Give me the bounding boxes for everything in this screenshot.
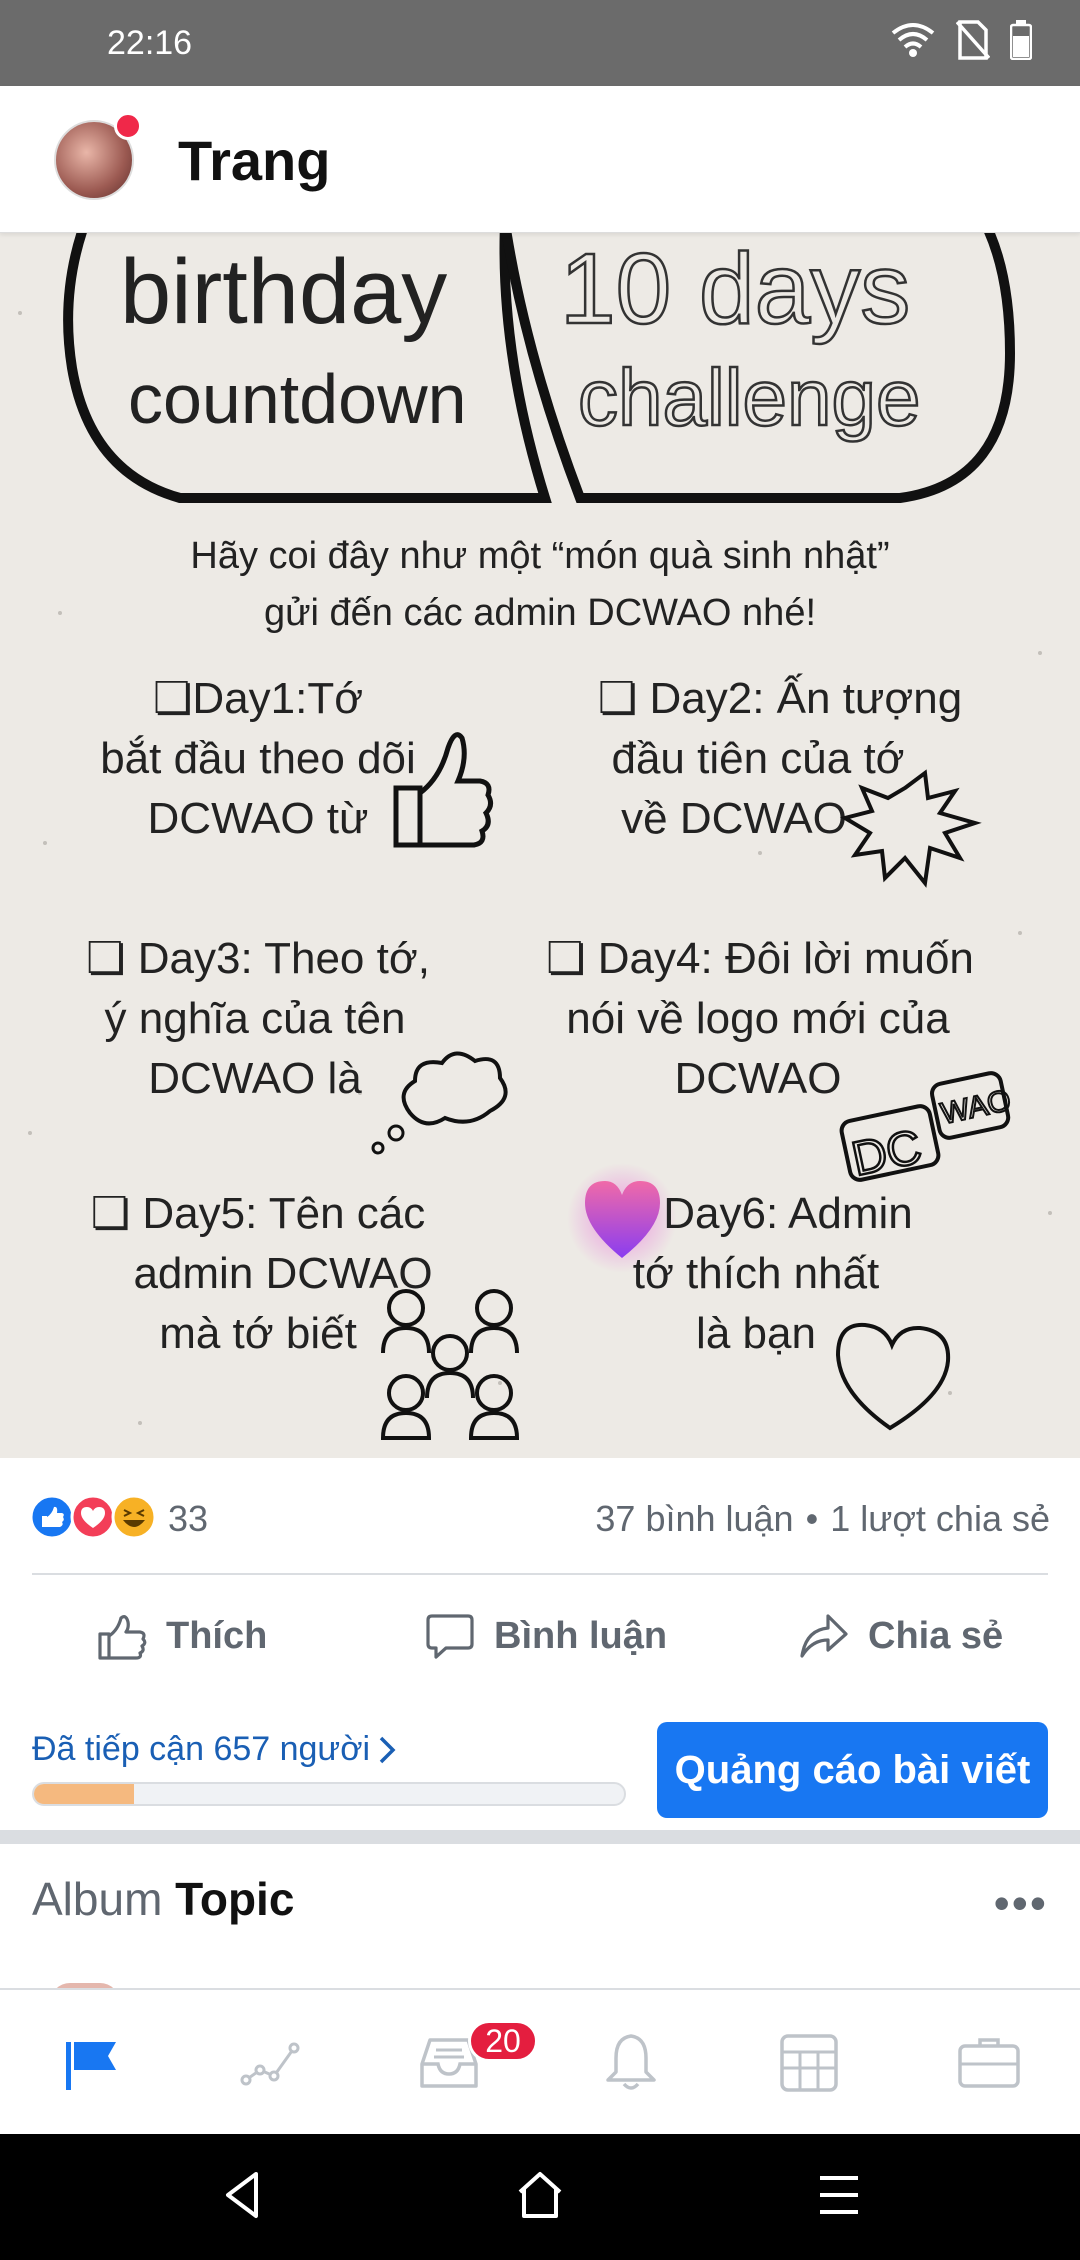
burst-icon [839, 769, 982, 888]
day5-block: ❏ Day5: Tên các admin DCWAO mà tớ biết [91, 1189, 433, 1358]
post-image[interactable]: birthday countdown 10 days challenge Hãy… [0, 233, 1080, 1458]
like-label: Thích [166, 1614, 268, 1657]
day2-line-1: ❏ Day2: Ấn tượng [598, 673, 962, 723]
reach-link[interactable]: Đã tiếp cận 657 người [32, 1730, 396, 1769]
intro-line-1: Hãy coi đây như một “món quà sinh nhật” [190, 535, 889, 577]
heart-outline-icon [835, 1322, 951, 1431]
day2-line-3: về DCWAO [621, 794, 847, 843]
title-countdown: countdown [128, 360, 467, 438]
day4-line-2: nói về logo mới của [566, 994, 950, 1043]
page-flag-icon [66, 2042, 116, 2090]
haha-reaction-icon [111, 1494, 157, 1540]
reach-text: Đã tiếp cận 657 người [32, 1730, 371, 1768]
day3-block: ❏ Day3: Theo tớ, ý nghĩa của tên DCWAO l… [86, 934, 430, 1103]
briefcase-icon [958, 2038, 1020, 2088]
nav-calendar[interactable] [774, 2030, 844, 2096]
page-header: Trang [0, 86, 1080, 233]
day4-line-1: ❏ Day4: Đôi lời muốn [546, 934, 974, 983]
day4-block: ❏ Day4: Đôi lời muốn nói về logo mới của… [546, 934, 974, 1103]
post-stats: 37 bình luận • 1 lượt chia sẻ [595, 1498, 1050, 1540]
day5-line-1: ❏ Day5: Tên các [91, 1189, 426, 1238]
promote-post-button[interactable]: Quảng cáo bài viết [657, 1722, 1048, 1818]
menu-icon[interactable] [818, 2170, 860, 2220]
share-count[interactable]: 1 lượt chia sẻ [830, 1498, 1050, 1539]
more-options-icon[interactable]: ••• [994, 1876, 1048, 1930]
day2-line-2: đầu tiên của tớ [611, 734, 904, 783]
day2-block: ❏ Day2: Ấn tượng đầu tiên của tớ về DCWA… [598, 673, 962, 843]
system-nav-bar [0, 2134, 1080, 2260]
day6-line-3: là bạn [696, 1309, 816, 1358]
inbox-badge: 20 [468, 2020, 538, 2062]
notification-dot [114, 112, 142, 140]
title-birthday: birthday [120, 241, 447, 343]
share-label: Chia sẻ [868, 1614, 1004, 1657]
logo-text-dc: DC [847, 1120, 926, 1186]
section-separator [0, 1830, 1080, 1844]
bell-icon [606, 2034, 656, 2090]
album-title[interactable]: Album Topic [32, 1872, 294, 1926]
day3-line-3: DCWAO là [148, 1054, 362, 1103]
status-time: 22:16 [107, 24, 193, 62]
day6-line-1: Day6: Admin [663, 1189, 912, 1238]
album-name: Topic [175, 1873, 295, 1925]
reaction-count[interactable]: 33 [168, 1498, 208, 1540]
calendar-icon [780, 2034, 838, 2092]
comment-count[interactable]: 37 bình luận [595, 1498, 793, 1539]
thought-bubble-dot [387, 1124, 405, 1142]
day4-line-3: DCWAO [674, 1054, 841, 1103]
nav-page-home[interactable] [56, 2030, 126, 2096]
logo-text-wao: WAO [938, 1084, 1014, 1131]
day3-line-1: ❏ Day3: Theo tớ, [86, 934, 430, 983]
reactions-row[interactable]: 33 37 bình luận • 1 lượt chia sẻ [30, 1492, 1050, 1542]
reach-progress-bar [32, 1782, 626, 1806]
comment-bubble-icon [426, 1614, 474, 1659]
wifi-icon [891, 23, 935, 57]
thought-bubble-dot [371, 1141, 385, 1155]
reach-progress-fill [34, 1784, 135, 1804]
thought-cloud-icon [401, 1051, 508, 1126]
day1-line-1: ❏Day1:Tớ [153, 674, 363, 723]
day1-line-3: DCWAO từ [148, 794, 369, 843]
title-challenge: challenge [578, 353, 921, 442]
back-icon[interactable] [222, 2170, 262, 2220]
day6-block: Day6: Admin tớ thích nhất là bạn [633, 1189, 913, 1358]
day1-line-2: bắt đầu theo dõi [100, 734, 416, 783]
album-prefix: Album [32, 1873, 163, 1925]
intro-line-2: gửi đến các admin DCWAO nhé! [264, 592, 816, 634]
share-button[interactable]: Chia sẻ [798, 1596, 1003, 1676]
nav-insights[interactable] [236, 2030, 306, 2096]
insights-icon [240, 2042, 300, 2086]
home-icon[interactable] [516, 2170, 564, 2220]
status-icons [890, 20, 1032, 60]
day1-block: ❏Day1:Tớ bắt đầu theo dõi DCWAO từ [100, 674, 416, 843]
bottom-nav: 20 [0, 1988, 1080, 2134]
post-actions: Thích Bình luận Chia sẻ [0, 1596, 1080, 1676]
like-button[interactable]: Thích [96, 1596, 267, 1676]
day5-line-3: mà tớ biết [159, 1309, 357, 1358]
share-arrow-icon [800, 1614, 848, 1658]
status-bar: 22:16 [0, 0, 1080, 86]
battery-icon [1010, 20, 1032, 60]
thumbs-up-icon [98, 1615, 147, 1660]
stats-separator: • [805, 1498, 819, 1539]
divider [32, 1573, 1048, 1575]
comment-label: Bình luận [494, 1614, 668, 1657]
nav-tools[interactable] [954, 2030, 1024, 2096]
reaction-icons [30, 1494, 157, 1540]
day5-line-2: admin DCWAO [133, 1249, 432, 1298]
nav-notifications[interactable] [596, 2030, 666, 2096]
comment-button[interactable]: Bình luận [424, 1596, 667, 1676]
no-sim-icon [956, 20, 990, 60]
day3-line-2: ý nghĩa của tên [105, 994, 406, 1043]
dcwao-logo: DC WAO [839, 1071, 1015, 1188]
title-10-days: 10 days [560, 233, 910, 345]
people-group-icon [380, 1289, 520, 1440]
page-title[interactable]: Trang [178, 128, 330, 193]
chevron-right-icon [379, 1736, 396, 1763]
day6-line-2: tớ thích nhất [633, 1249, 880, 1298]
